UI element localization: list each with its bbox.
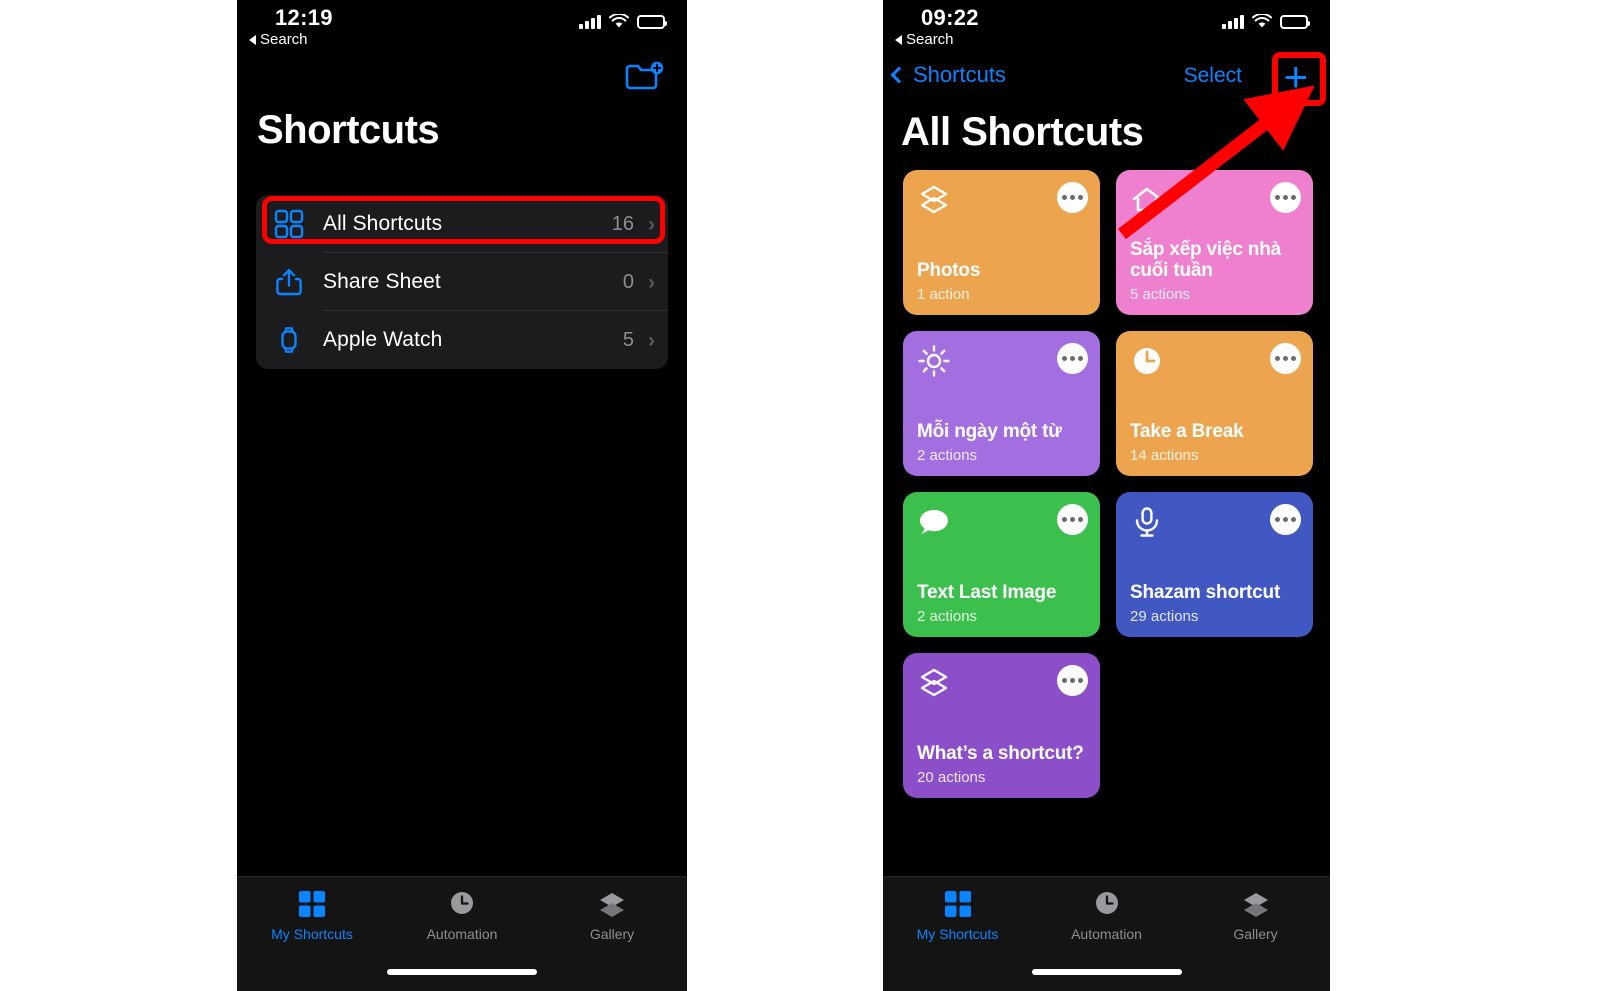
status-back-to-search[interactable]: Search [249, 31, 308, 48]
status-bar-left: 12:19 Search [237, 0, 687, 56]
list-item-apple-watch[interactable]: Apple Watch 5 › [256, 311, 668, 369]
screenshot-stage: 12:19 Search Shortcuts All Shortcuts 16 … [0, 0, 1600, 991]
shortcut-actions-count: 5 actions [1130, 286, 1191, 303]
back-button-shortcuts[interactable]: Shortcuts [890, 62, 1006, 88]
shortcut-actions-count: 1 action [917, 286, 970, 303]
back-triangle-icon [249, 34, 256, 45]
message-icon [920, 510, 948, 534]
cellular-bars-icon [1222, 14, 1244, 29]
battery-icon [1280, 15, 1310, 29]
status-back-label: Search [260, 31, 308, 48]
more-options-icon[interactable] [1270, 343, 1301, 374]
clock-icon [1095, 892, 1118, 914]
shortcut-card-photos[interactable]: Photos 1 action [903, 170, 1100, 315]
chevron-right-icon: › [648, 328, 655, 352]
layers-icon [920, 668, 948, 697]
layers-icon [920, 185, 948, 214]
tab-label: My Shortcuts [271, 926, 353, 942]
tab-bar-left: My Shortcuts Automation Gallery [237, 876, 687, 991]
grid-icon [944, 891, 971, 917]
shortcut-actions-count: 2 actions [917, 447, 978, 464]
shortcut-actions-count: 2 actions [917, 608, 978, 625]
share-sheet-icon [276, 269, 302, 296]
shortcut-actions-count: 29 actions [1130, 608, 1199, 625]
shortcut-card-take-a-break[interactable]: Take a Break 14 actions [1116, 331, 1313, 476]
status-indicators [579, 14, 667, 29]
wifi-icon [1252, 14, 1272, 28]
status-indicators [1222, 14, 1310, 29]
page-title: All Shortcuts [901, 110, 1144, 154]
tab-my-shortcuts[interactable]: My Shortcuts [237, 889, 387, 942]
tab-label: My Shortcuts [916, 926, 999, 942]
status-back-to-search[interactable]: Search [895, 31, 954, 48]
list-item-count: 5 [622, 328, 634, 351]
mic-icon [1135, 507, 1159, 537]
more-options-icon[interactable] [1057, 182, 1088, 213]
back-button-label: Shortcuts [913, 62, 1006, 87]
phone-screen-right: 09:22 Search Shortcuts Select + All Shor… [883, 0, 1330, 991]
tab-bar-right: My Shortcuts Automation Gallery [883, 876, 1330, 991]
highlight-box-add-button [1272, 52, 1326, 106]
tab-label: Automation [1071, 926, 1142, 942]
clock-icon [1134, 348, 1160, 374]
layers-icon [1243, 893, 1268, 917]
tab-automation[interactable]: Automation [1032, 889, 1181, 942]
shortcuts-grid: Photos 1 action Sắp xếp việc nhà cuối tu… [903, 170, 1313, 798]
home-indicator [387, 969, 537, 975]
tab-label: Gallery [589, 926, 635, 942]
wifi-icon [609, 14, 629, 28]
shortcut-actions-count: 20 actions [917, 769, 986, 786]
tab-label: Automation [426, 926, 498, 942]
highlight-box-all-shortcuts [262, 196, 665, 244]
home-icon [1132, 187, 1162, 212]
chevron-right-icon: › [648, 270, 655, 294]
shortcut-card-sap-xep-viec-nha[interactable]: Sắp xếp việc nhà cuối tuần 5 actions [1116, 170, 1313, 315]
shortcut-actions-count: 14 actions [1130, 447, 1199, 464]
back-triangle-icon [895, 34, 902, 45]
list-item-share-sheet[interactable]: Share Sheet 0 › [256, 253, 668, 311]
shortcut-name: What’s a shortcut? [917, 743, 1084, 765]
status-time: 09:22 [921, 5, 979, 30]
tab-automation[interactable]: Automation [387, 889, 537, 942]
list-item-count: 0 [622, 270, 634, 293]
list-item-label: Share Sheet [323, 270, 441, 293]
more-options-icon[interactable] [1057, 665, 1088, 696]
more-options-icon[interactable] [1057, 343, 1088, 374]
shortcut-name: Photos [917, 260, 981, 282]
shortcut-name: Text Last Image [917, 582, 1057, 604]
home-indicator [1031, 969, 1182, 975]
shortcut-name: Mỗi ngày một từ [917, 421, 1062, 443]
shortcut-card-moi-ngay-mot-tu[interactable]: Mỗi ngày một từ 2 actions [903, 331, 1100, 476]
new-folder-icon[interactable] [624, 60, 664, 94]
more-options-icon[interactable] [1270, 182, 1301, 213]
list-item-label: Apple Watch [323, 328, 443, 351]
tab-my-shortcuts[interactable]: My Shortcuts [883, 889, 1032, 942]
shortcut-card-whats-a-shortcut[interactable]: What’s a shortcut? 20 actions [903, 653, 1100, 798]
battery-icon [637, 15, 667, 29]
tab-gallery[interactable]: Gallery [1181, 889, 1330, 942]
more-options-icon[interactable] [1057, 504, 1088, 535]
shortcut-name: Take a Break [1130, 421, 1244, 443]
nav-bar: Shortcuts Select + [883, 56, 1330, 102]
tab-label: Gallery [1233, 926, 1278, 942]
status-bar-right: 09:22 Search [883, 0, 1330, 56]
clock-icon [451, 892, 473, 914]
tab-gallery[interactable]: Gallery [537, 889, 687, 942]
layers-icon [600, 893, 624, 917]
apple-watch-icon [281, 327, 297, 353]
page-title: Shortcuts [257, 108, 440, 152]
status-time: 12:19 [275, 5, 333, 30]
grid-icon [299, 891, 325, 917]
chevron-left-icon [890, 66, 908, 84]
shortcut-name: Sắp xếp việc nhà cuối tuần [1130, 239, 1281, 282]
sun-icon [918, 345, 950, 377]
more-options-icon[interactable] [1270, 504, 1301, 535]
cellular-bars-icon [579, 14, 601, 29]
shortcut-name: Shazam shortcut [1130, 582, 1281, 604]
shortcut-card-text-last-image[interactable]: Text Last Image 2 actions [903, 492, 1100, 637]
phone-screen-left: 12:19 Search Shortcuts All Shortcuts 16 … [237, 0, 687, 991]
select-button[interactable]: Select [1184, 64, 1242, 88]
shortcut-card-shazam-shortcut[interactable]: Shazam shortcut 29 actions [1116, 492, 1313, 637]
status-back-label: Search [906, 31, 954, 48]
